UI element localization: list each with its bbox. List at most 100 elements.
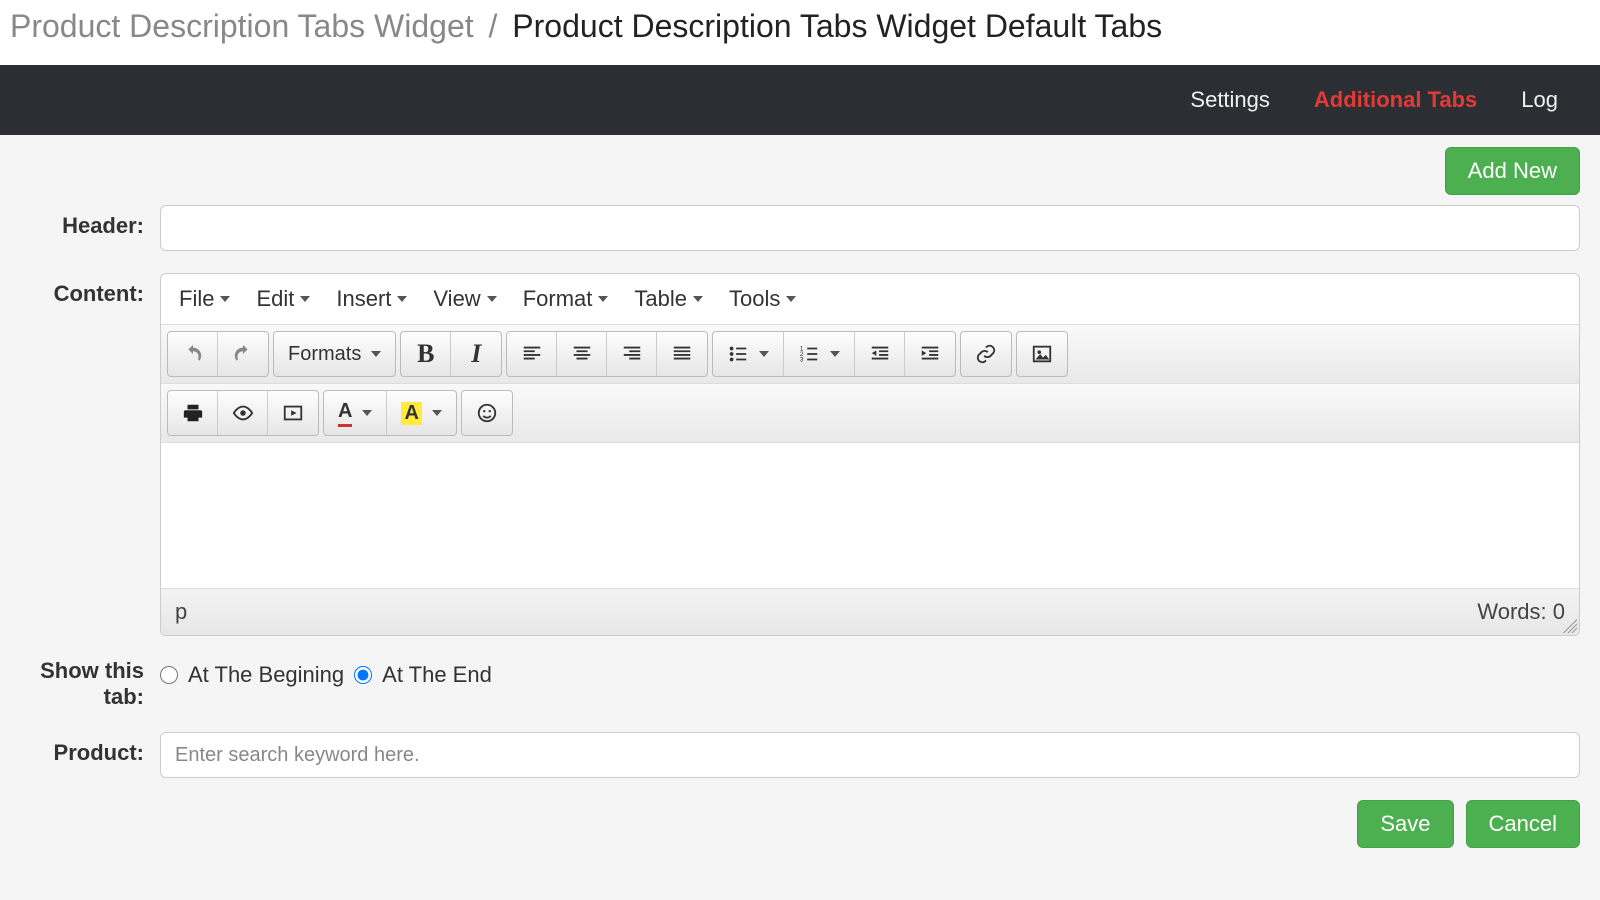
undo-icon (182, 343, 204, 365)
menu-edit-label: Edit (256, 286, 294, 312)
caret-icon (598, 296, 608, 302)
menu-view-label: View (433, 286, 480, 312)
number-list-icon: 123 (798, 343, 820, 365)
align-center-button[interactable] (557, 332, 607, 376)
menu-tools-label: Tools (729, 286, 780, 312)
breadcrumb-separator: / (489, 8, 498, 44)
emoji-icon (476, 402, 498, 424)
image-button[interactable] (1017, 332, 1067, 376)
nav-log[interactable]: Log (1499, 65, 1580, 135)
caret-icon (487, 296, 497, 302)
breadcrumb: Product Description Tabs Widget / Produc… (0, 0, 1600, 65)
eye-icon (232, 402, 254, 424)
editor-toolbar-2: A A (161, 384, 1579, 443)
radio-at-end-label: At The End (382, 662, 492, 688)
save-button[interactable]: Save (1357, 800, 1453, 848)
text-color-button[interactable]: A (324, 391, 387, 435)
bold-icon: B (417, 339, 434, 369)
caret-icon (300, 296, 310, 302)
label-header: Header: (20, 205, 160, 239)
editor-menubar: File Edit Insert View Format Table Tools (161, 274, 1579, 325)
cancel-button[interactable]: Cancel (1466, 800, 1580, 848)
breadcrumb-current: Product Description Tabs Widget Default … (512, 8, 1162, 44)
menu-view[interactable]: View (433, 286, 496, 312)
italic-icon: I (471, 339, 481, 369)
menu-file[interactable]: File (179, 286, 230, 312)
indent-icon (919, 343, 941, 365)
align-left-icon (521, 343, 543, 365)
top-actions: Add New (20, 147, 1580, 195)
number-list-button[interactable]: 123 (784, 332, 855, 376)
header-input[interactable] (160, 205, 1580, 251)
align-center-icon (571, 343, 593, 365)
menu-file-label: File (179, 286, 214, 312)
media-button[interactable] (268, 391, 318, 435)
editor-statusbar: p Words: 0 (161, 588, 1579, 635)
page-content: Add New Header: Content: File Edit Inser… (0, 135, 1600, 888)
align-right-button[interactable] (607, 332, 657, 376)
label-content: Content: (20, 273, 160, 307)
caret-icon (371, 351, 381, 357)
indent-button[interactable] (905, 332, 955, 376)
bg-color-icon: A (401, 402, 421, 425)
media-icon (282, 402, 304, 424)
link-icon (975, 343, 997, 365)
print-button[interactable] (168, 391, 218, 435)
link-button[interactable] (961, 332, 1011, 376)
radio-at-end[interactable] (354, 666, 372, 684)
text-color-icon: A (338, 400, 352, 427)
editor-body[interactable] (161, 443, 1579, 588)
bold-button[interactable]: B (401, 332, 451, 376)
nav-settings[interactable]: Settings (1168, 65, 1292, 135)
row-product: Product: (20, 732, 1580, 778)
align-justify-button[interactable] (657, 332, 707, 376)
caret-icon (397, 296, 407, 302)
nav-additional-tabs[interactable]: Additional Tabs (1292, 65, 1499, 135)
editor-toolbar-1: Formats B I (161, 325, 1579, 384)
add-new-button[interactable]: Add New (1445, 147, 1580, 195)
caret-icon (362, 410, 372, 416)
editor-word-count: Words: 0 (1477, 599, 1565, 625)
label-show-tab: Show this tab: (20, 658, 160, 710)
menu-insert[interactable]: Insert (336, 286, 407, 312)
bg-color-button[interactable]: A (387, 391, 455, 435)
editor-path: p (175, 599, 187, 625)
image-icon (1031, 343, 1053, 365)
bullet-list-button[interactable] (713, 332, 784, 376)
product-search-input[interactable] (160, 732, 1580, 778)
breadcrumb-parent[interactable]: Product Description Tabs Widget (10, 8, 474, 44)
align-right-icon (621, 343, 643, 365)
print-icon (182, 402, 204, 424)
svg-text:3: 3 (800, 356, 804, 363)
menu-format[interactable]: Format (523, 286, 609, 312)
undo-button[interactable] (168, 332, 218, 376)
emoji-button[interactable] (462, 391, 512, 435)
formats-dropdown[interactable]: Formats (274, 332, 395, 376)
caret-icon (220, 296, 230, 302)
menu-table[interactable]: Table (634, 286, 703, 312)
redo-icon (232, 343, 254, 365)
menu-format-label: Format (523, 286, 593, 312)
redo-button[interactable] (218, 332, 268, 376)
menu-tools[interactable]: Tools (729, 286, 796, 312)
preview-button[interactable] (218, 391, 268, 435)
caret-icon (759, 351, 769, 357)
row-show-tab: Show this tab: At The Begining At The En… (20, 658, 1580, 710)
bullet-list-icon (727, 343, 749, 365)
rich-text-editor: File Edit Insert View Format Table Tools (160, 273, 1580, 636)
radio-at-begining-label: At The Begining (188, 662, 344, 688)
menu-table-label: Table (634, 286, 687, 312)
align-left-button[interactable] (507, 332, 557, 376)
footer-actions: Save Cancel (20, 800, 1580, 848)
align-justify-icon (671, 343, 693, 365)
italic-button[interactable]: I (451, 332, 501, 376)
row-header: Header: (20, 205, 1580, 251)
outdent-button[interactable] (855, 332, 905, 376)
resize-grip-icon[interactable] (1563, 619, 1577, 633)
caret-icon (432, 410, 442, 416)
radio-at-begining[interactable] (160, 666, 178, 684)
caret-icon (786, 296, 796, 302)
menu-edit[interactable]: Edit (256, 286, 310, 312)
caret-icon (830, 351, 840, 357)
menu-insert-label: Insert (336, 286, 391, 312)
